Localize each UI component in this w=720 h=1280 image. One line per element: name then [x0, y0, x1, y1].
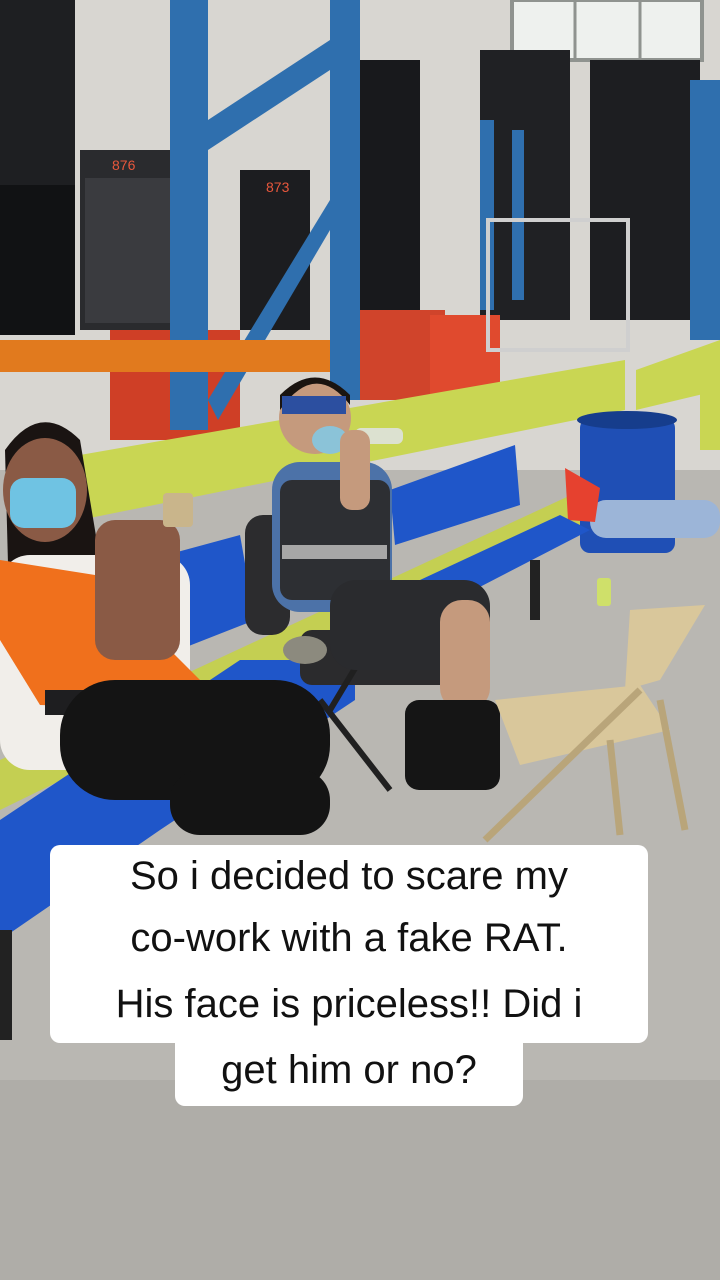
- caption-line-2: co-work with a fake RAT.: [50, 907, 648, 969]
- soda-can: [597, 578, 611, 606]
- shelf-label-876: 876: [112, 157, 136, 173]
- shelf-label-873: 873: [266, 179, 290, 195]
- fake-rat: [283, 636, 327, 664]
- caption-line-3: His face is priceless!! Did i: [50, 969, 648, 1043]
- caption-line-4: get him or no?: [175, 1040, 523, 1106]
- caption-line-1: So i decided to scare my: [50, 845, 648, 907]
